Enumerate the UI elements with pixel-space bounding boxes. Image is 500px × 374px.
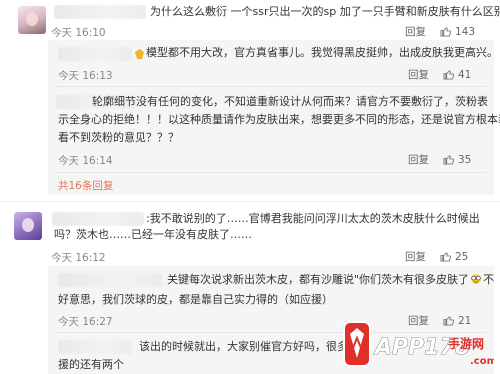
reply-time: 今天 16:27 — [58, 316, 113, 328]
badge-icon — [135, 49, 144, 59]
reply-button[interactable]: 回复 — [405, 249, 426, 264]
like-button[interactable]: 143 — [440, 26, 475, 38]
comment-time: 今天 16:10 — [51, 27, 106, 39]
glasses-emoji-icon — [471, 274, 481, 284]
thumbs-up-icon — [440, 27, 451, 37]
reply-text-line: 援的还有两个 — [58, 358, 124, 371]
reply-button[interactable]: 回复 — [408, 152, 429, 167]
reply-button[interactable]: 回复 — [405, 24, 426, 39]
username-blurred[interactable] — [58, 340, 132, 354]
comment-divider — [0, 201, 500, 202]
like-count: 25 — [455, 250, 469, 263]
app178-watermark-logo: APP178 手游网 .com — [343, 321, 494, 367]
thumbs-up-icon — [440, 252, 451, 262]
reply-button[interactable]: 回复 — [408, 67, 429, 82]
reply-actions: 回复 41 — [408, 67, 471, 82]
comment-actions: 回复 143 — [405, 24, 475, 39]
avatar[interactable] — [14, 212, 42, 240]
comment-text: 为什么这么敷衍 一个ssr只出一次的sp 加了一只手臂和新皮肤有什么区别 — [150, 5, 500, 18]
like-count: 41 — [458, 68, 472, 81]
like-count: 143 — [455, 25, 476, 38]
reply-time: 今天 16:13 — [58, 70, 113, 82]
like-button[interactable]: 25 — [440, 251, 468, 263]
reply-time: 今天 16:14 — [58, 155, 113, 167]
watermark-sub: 手游网 — [448, 336, 484, 351]
reply-text-line: 轮廓细节没有任何的变化，不知道重新设计从何而来？请官方不要敷衍了，茨粉表 — [92, 95, 488, 108]
more-replies-link[interactable]: 共16条回复 — [58, 178, 113, 193]
thumbs-up-icon — [443, 155, 454, 165]
username-blurred[interactable] — [58, 273, 162, 287]
divider — [56, 172, 486, 173]
comment-time: 今天 16:12 — [51, 252, 106, 264]
like-button[interactable]: 41 — [443, 69, 471, 81]
comment-text: :我不敢说别的了……官博君我能问问浮川太太的茨木皮肤什么时候出吗？茨木也……已经… — [54, 212, 480, 241]
divider — [56, 86, 486, 87]
comment-actions: 回复 25 — [405, 249, 468, 264]
reply-text-line: 示全身心的拒绝！！！以这种质量请作为皮肤出来，想要更多不同的形态，还是说官方根本… — [58, 113, 500, 126]
avatar[interactable] — [18, 6, 46, 34]
watermark-url: .com — [470, 356, 494, 367]
like-count: 35 — [458, 153, 472, 166]
like-button[interactable]: 35 — [443, 154, 471, 166]
reply-text-line: 好意思，我们茨球的皮，都是靠自己实力得的（如应援） — [58, 293, 333, 306]
reply-actions: 回复 35 — [408, 152, 471, 167]
username-blurred[interactable] — [58, 47, 132, 61]
reply-text-line: 关键每次说求新出茨木皮，都有沙雕说"你们茨木有很多皮肤了不 — [167, 273, 495, 286]
reply-text-line: 该出的时候就出，大家别催官方好吗，很多 — [139, 340, 348, 353]
thumbs-up-icon — [443, 70, 454, 80]
reply-text: 模型都不用大改，官方真省事儿。我觉得黑皮挺帅，出成皮肤我更高兴。 — [146, 46, 498, 59]
username-blurred[interactable] — [54, 5, 146, 19]
reply-text-line: 看不到茨粉的意见？？？ — [58, 131, 179, 144]
